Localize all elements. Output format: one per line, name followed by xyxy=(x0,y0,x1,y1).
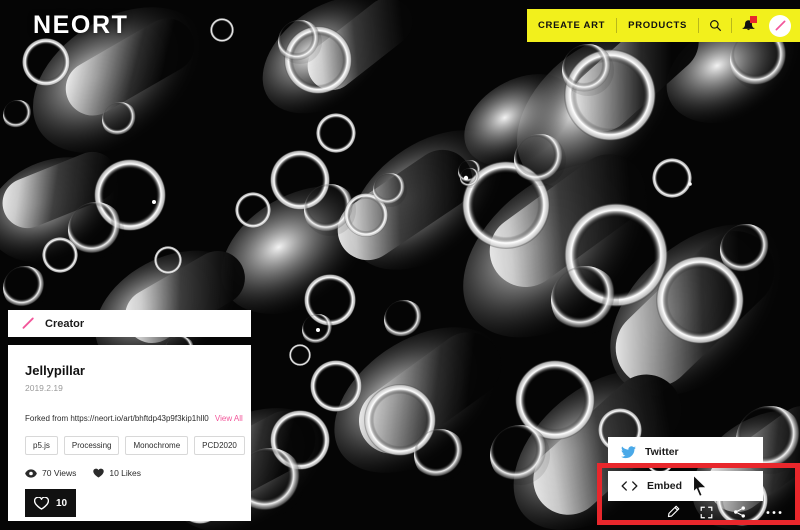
likes-count: 10 Likes xyxy=(109,468,142,478)
more-dots-icon xyxy=(766,510,782,514)
search-icon xyxy=(709,20,721,32)
user-avatar[interactable] xyxy=(769,14,792,37)
heart-outline-icon xyxy=(33,496,49,510)
embed-label: Embed xyxy=(647,480,683,492)
fullscreen-icon xyxy=(700,506,713,518)
share-option-embed[interactable]: Embed xyxy=(608,471,763,501)
stats-row: 70 Views 10 Likes xyxy=(25,468,234,478)
artwork-date: 2019.2.19 xyxy=(25,383,63,393)
artwork-title: Jellypillar xyxy=(25,363,85,378)
fullscreen-button[interactable] xyxy=(700,506,713,519)
share-option-twitter[interactable]: Twitter xyxy=(608,437,763,467)
notifications-button[interactable] xyxy=(732,9,764,42)
tag-item[interactable]: Monochrome xyxy=(125,436,189,455)
creator-header-bar[interactable]: Creator xyxy=(8,310,251,337)
tag-item[interactable]: Processing xyxy=(63,436,120,455)
pencil-icon xyxy=(667,505,680,518)
artwork-info-card: Jellypillar 2019.2.19 Forked from https:… xyxy=(8,345,251,521)
likes-stat: 10 Likes xyxy=(93,468,141,478)
artwork-toolbar xyxy=(654,500,794,524)
twitter-bird-icon xyxy=(621,445,636,458)
like-button-count: 10 xyxy=(55,497,68,509)
view-all-link[interactable]: View All xyxy=(215,414,243,423)
share-button[interactable] xyxy=(733,505,746,519)
site-logo[interactable]: NEORT xyxy=(33,13,129,38)
forked-url[interactable]: https://neort.io/art/bhftdp43p9f3kip1hll… xyxy=(70,414,208,423)
more-button[interactable] xyxy=(766,510,782,515)
twitter-label: Twitter xyxy=(645,446,679,458)
mouse-pointer-icon xyxy=(692,474,708,497)
edit-button[interactable] xyxy=(666,505,680,519)
top-navigation-bar: CREATE ART PRODUCTS xyxy=(527,9,800,42)
nav-products[interactable]: PRODUCTS xyxy=(617,20,698,31)
forked-from-line: Forked from https://neort.io/art/bhftdp4… xyxy=(25,414,243,423)
views-stat: 70 Views xyxy=(25,468,76,478)
search-button[interactable] xyxy=(699,9,731,42)
like-button[interactable]: 10 xyxy=(25,489,76,517)
nav-create-art[interactable]: CREATE ART xyxy=(527,20,616,31)
notification-badge xyxy=(750,16,758,23)
avatar-slash-icon xyxy=(775,20,786,31)
app-window: NEORT CREATE ART PRODUCTS Creator Jellyp… xyxy=(0,0,800,530)
pink-slash-icon xyxy=(22,317,34,329)
forked-prefix: Forked from xyxy=(25,414,69,423)
tag-item[interactable]: p5.js xyxy=(25,436,58,455)
creator-label: Creator xyxy=(45,317,85,330)
code-brackets-icon xyxy=(621,481,638,491)
share-icon xyxy=(734,506,745,518)
tag-list: p5.js Processing Monochrome PCD2020 xyxy=(25,436,245,455)
views-count: 70 Views xyxy=(42,468,77,478)
tag-item[interactable]: PCD2020 xyxy=(194,436,245,455)
heart-filled-icon xyxy=(93,468,105,478)
eye-icon xyxy=(25,468,37,478)
